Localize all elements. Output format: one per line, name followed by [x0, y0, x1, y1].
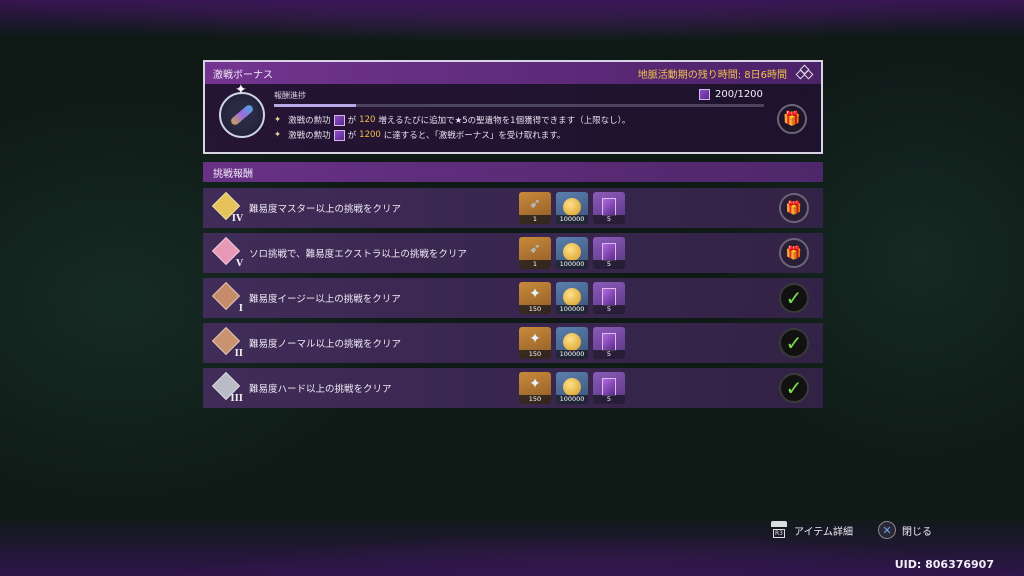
line2-text-a: 激戦の勲功: [288, 131, 331, 141]
item-quantity: 5: [593, 215, 625, 224]
challenge-header: 挑戦報酬: [203, 162, 823, 182]
bonus-title: 激戦ボーナス: [213, 69, 273, 81]
crystal-item-icon[interactable]: ✦ 150: [519, 327, 551, 359]
merit-chip-icon: [333, 129, 345, 141]
close-icon: ✕: [878, 521, 896, 539]
check-icon: ✓: [779, 373, 809, 403]
difficulty-numeral: IV: [231, 214, 243, 224]
merit-chip-icon: [699, 89, 710, 100]
mora-coin-icon[interactable]: 100000: [556, 282, 588, 314]
line1-text-a: 激戦の勲功: [288, 116, 331, 126]
mora-coin-icon[interactable]: 100000: [556, 237, 588, 269]
quill-item-icon[interactable]: ➶ 1: [519, 192, 551, 224]
challenge-row[interactable]: II 難易度ノーマル以上の挑戦をクリア ✦ 150 100000 5 ✓: [203, 323, 823, 363]
bullet-icon: ✦: [274, 115, 282, 125]
mora-coin-icon[interactable]: 100000: [556, 327, 588, 359]
gift-icon[interactable]: 🎁: [779, 238, 809, 268]
info-icon[interactable]: [795, 64, 814, 81]
quill-item-icon[interactable]: ➶ 1: [519, 237, 551, 269]
merit-chip-icon: [333, 114, 345, 126]
check-icon: ✓: [779, 283, 809, 313]
progress-label: 報酬進捗: [274, 91, 306, 100]
item-quantity: 5: [593, 260, 625, 269]
gift-icon[interactable]: 🎁: [779, 193, 809, 223]
line2-text-c: に達すると、「激戦ボーナス」を受け取れます。: [383, 131, 566, 141]
bullet-icon: ✦: [274, 130, 282, 140]
mora-coin-icon[interactable]: 100000: [556, 372, 588, 404]
merit-card-icon[interactable]: 5: [593, 327, 625, 359]
challenge-row[interactable]: V ソロ挑戦で、難易度エクストラ以上の挑戦をクリア ➶ 1 100000 5 🎁: [203, 233, 823, 273]
item-quantity: 100000: [556, 215, 588, 224]
crystal-item-icon[interactable]: ✦ 150: [519, 282, 551, 314]
difficulty-numeral: II: [234, 349, 243, 359]
challenge-row[interactable]: III 難易度ハード以上の挑戦をクリア ✦ 150 100000 5 ✓: [203, 368, 823, 408]
difficulty-emblem-icon: V: [211, 236, 243, 269]
background-top-stripe: [0, 0, 1024, 38]
uid-text: UID: 806376907: [894, 558, 994, 571]
difficulty-numeral: V: [236, 259, 243, 269]
progress-count-text: 200/1200: [715, 89, 763, 100]
item-quantity: 150: [519, 305, 551, 314]
item-detail-button[interactable]: R3 アイテム詳細: [770, 521, 853, 539]
challenge-row[interactable]: I 難易度イージー以上の挑戦をクリア ✦ 150 100000 5 ✓: [203, 278, 823, 318]
item-quantity: 1: [519, 215, 551, 224]
item-quantity: 150: [519, 395, 551, 404]
progress-fill: [274, 104, 356, 107]
background-bottom-stripe: [0, 516, 1024, 576]
difficulty-emblem-icon: I: [211, 281, 243, 314]
item-detail-label: アイテム詳細: [794, 526, 853, 538]
sparkle-icon: ✦: [235, 82, 247, 98]
line2-text-b: が: [347, 131, 357, 141]
difficulty-numeral: I: [238, 304, 243, 314]
close-button[interactable]: ✕ 閉じる: [878, 521, 932, 539]
mora-coin-icon[interactable]: 100000: [556, 192, 588, 224]
item-quantity: 100000: [556, 260, 588, 269]
line2-number: 1200: [359, 130, 381, 140]
progress-count: 200/1200: [699, 89, 763, 100]
challenge-label: ソロ挑戦で、難易度エクストラ以上の挑戦をクリア: [249, 249, 467, 260]
gift-icon[interactable]: 🎁: [777, 104, 807, 134]
challenge-label: 難易度ノーマル以上の挑戦をクリア: [249, 339, 402, 350]
close-label: 閉じる: [902, 526, 932, 538]
merit-card-icon[interactable]: 5: [593, 282, 625, 314]
merit-card-icon[interactable]: 5: [593, 372, 625, 404]
bonus-header: 激戦ボーナス 地脈活動期の残り時間: 8日6時間: [205, 62, 821, 84]
difficulty-emblem-icon: II: [211, 326, 243, 359]
line1-text-c: 増えるたびに追加で★5の聖遺物を1個獲得できます（上限なし）。: [378, 116, 631, 126]
remaining-time: 地脈活動期の残り時間: 8日6時間: [637, 69, 787, 81]
item-quantity: 5: [593, 350, 625, 359]
difficulty-emblem-icon: IV: [211, 191, 243, 224]
difficulty-numeral: III: [230, 394, 243, 404]
line1-text-b: が: [347, 116, 357, 126]
merit-card-icon[interactable]: 5: [593, 192, 625, 224]
progress-bar: [274, 104, 764, 107]
bonus-line-2: ✦ 激戦の勲功 が 1200 に達すると、「激戦ボーナス」を受け取れます。: [274, 129, 565, 141]
item-quantity: 5: [593, 305, 625, 314]
bonus-line-1: ✦ 激戦の勲功 が 120 増えるたびに追加で★5の聖遺物を1個獲得できます（上…: [274, 114, 630, 126]
item-quantity: 100000: [556, 395, 588, 404]
r3-icon: R3: [770, 521, 788, 539]
challenge-label: 難易度ハード以上の挑戦をクリア: [249, 384, 392, 395]
difficulty-emblem-icon: III: [211, 371, 243, 404]
item-quantity: 100000: [556, 350, 588, 359]
challenge-label: 難易度イージー以上の挑戦をクリア: [249, 294, 401, 305]
crystal-item-icon[interactable]: ✦ 150: [519, 372, 551, 404]
challenge-row[interactable]: IV 難易度マスター以上の挑戦をクリア ➶ 1 100000 5 🎁: [203, 188, 823, 228]
merit-card-icon[interactable]: 5: [593, 237, 625, 269]
item-quantity: 100000: [556, 305, 588, 314]
challenge-label: 難易度マスター以上の挑戦をクリア: [249, 204, 402, 215]
item-quantity: 5: [593, 395, 625, 404]
bonus-panel: 激戦ボーナス 地脈活動期の残り時間: 8日6時間 ✦ 報酬進捗 200/1200…: [203, 60, 823, 154]
check-icon: ✓: [779, 328, 809, 358]
item-quantity: 150: [519, 350, 551, 359]
line1-number: 120: [359, 115, 376, 125]
item-quantity: 1: [519, 260, 551, 269]
medal-icon: [219, 92, 265, 138]
